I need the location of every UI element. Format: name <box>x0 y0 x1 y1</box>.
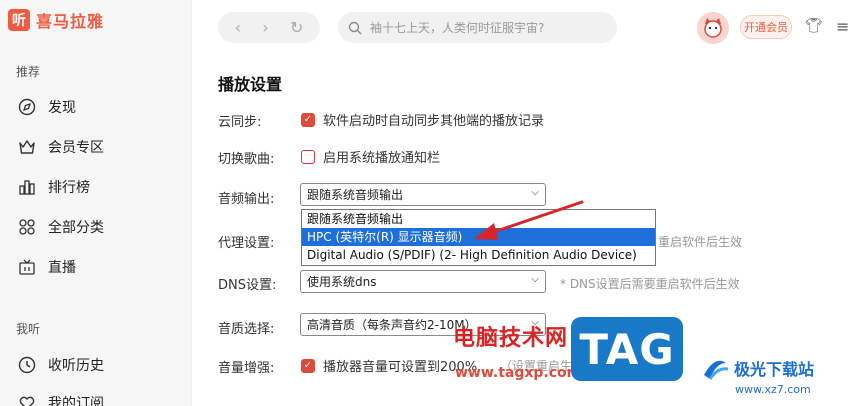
notification-bar-checkbox[interactable]: 启用系统播放通知栏 <box>301 147 440 166</box>
refresh-icon[interactable]: ↻ <box>290 18 303 37</box>
checkbox-checked-icon: ✓ <box>301 358 315 373</box>
avatar[interactable] <box>697 12 729 44</box>
volume-boost-checkbox[interactable]: ✓ 播放器音量可设置到200% <box>301 356 477 375</box>
search-icon <box>348 21 362 34</box>
label-volume-boost: 音量增强: <box>218 361 275 376</box>
crown-icon <box>19 140 35 154</box>
section-title-mine: 我听 <box>16 322 41 336</box>
tv-icon <box>19 259 35 275</box>
sidebar-item-label: 直播 <box>48 260 76 276</box>
aurora-logo-icon <box>704 360 729 380</box>
checkbox-label: 软件启动时自动同步其他端的播放记录 <box>323 114 545 129</box>
cloud-sync-checkbox[interactable]: ✓ 软件启动时自动同步其他端的播放记录 <box>301 110 544 129</box>
bar-chart-icon <box>19 180 35 195</box>
sidebar-item-label: 收听历史 <box>48 358 104 374</box>
annotation-arrow-icon <box>474 200 584 240</box>
chevron-down-icon: ⌵ <box>531 274 539 285</box>
sidebar-item-discover[interactable]: 发现 <box>18 97 76 117</box>
sidebar-item-charts[interactable]: 排行榜 <box>18 177 90 197</box>
sidebar-item-label: 排行榜 <box>48 180 90 196</box>
sidebar-item-vip[interactable]: 会员专区 <box>18 137 104 157</box>
select-value: 跟随系统音频输出 <box>307 188 404 202</box>
logo-icon: 听 <box>8 9 30 31</box>
skin-icon[interactable]: 👕︎ <box>805 18 823 34</box>
dns-select[interactable]: 使用系统dns ⌵ <box>300 270 546 293</box>
back-icon[interactable]: ‹ <box>235 18 241 37</box>
app-logo[interactable]: 听 喜马拉雅 <box>8 8 104 32</box>
select-value: 使用系统dns <box>307 275 377 289</box>
watermark-brand-text: 极光下载站 <box>734 360 815 379</box>
menu-icon[interactable]: ≡ <box>836 17 849 36</box>
search-input[interactable] <box>370 20 600 35</box>
sidebar-item-live[interactable]: 直播 <box>18 257 76 277</box>
label-audio-output: 音频输出: <box>218 192 275 207</box>
tag-badge: TAG <box>571 317 683 381</box>
heart-icon <box>19 396 35 406</box>
proxy-hint: 重启软件后生效 <box>658 235 743 249</box>
select-value: 高清音质（每条声音约2-10M） <box>307 318 477 332</box>
logo-text: 喜马拉雅 <box>36 12 105 31</box>
sidebar-item-label: 发现 <box>48 100 76 116</box>
label-cloud-sync: 云同步: <box>218 115 262 130</box>
section-title-recommend: 推荐 <box>16 65 41 79</box>
label-switch-song: 切换歌曲: <box>218 152 275 167</box>
sidebar-item-subscriptions[interactable]: 我的订阅 <box>18 393 104 406</box>
search-bar[interactable] <box>338 12 617 43</box>
cat-avatar-icon <box>704 18 722 38</box>
dropdown-option[interactable]: Digital Audio (S/PDIF) (2- High Definiti… <box>302 246 655 264</box>
checkbox-unchecked-icon <box>301 149 315 164</box>
clock-icon <box>18 356 36 374</box>
compass-icon <box>18 98 36 116</box>
sidebar-item-label: 会员专区 <box>48 140 104 156</box>
grid-icon <box>19 219 35 235</box>
dns-hint: * DNS设置后需要重启软件后生效 <box>560 277 740 291</box>
label-dns: DNS设置: <box>218 278 277 293</box>
sidebar-item-categories[interactable]: 全部分类 <box>18 217 104 237</box>
checkbox-label: 启用系统播放通知栏 <box>323 151 441 166</box>
history-nav: ‹ › ↻ <box>218 12 320 43</box>
watermark-site-url: www.tagxp.com <box>455 365 582 381</box>
page-title: 播放设置 <box>218 75 283 94</box>
watermark-brand-url: www.xz7.com <box>735 383 811 396</box>
sidebar-item-label: 全部分类 <box>48 220 104 236</box>
checkbox-checked-icon: ✓ <box>301 112 315 127</box>
watermark-site-name: 电脑技术网 <box>453 326 569 351</box>
watermark-brand: 极光下载站 <box>700 353 814 383</box>
forward-icon[interactable]: › <box>262 18 268 37</box>
vip-button[interactable]: 开通会员 <box>740 15 792 39</box>
label-quality: 音质选择: <box>218 322 275 337</box>
sidebar: 听 喜马拉雅 推荐 发现 会员专区 排行榜 全部分类 直播 我听 收听历史 我的… <box>0 0 192 406</box>
label-proxy: 代理设置: <box>218 236 275 251</box>
sidebar-item-history[interactable]: 收听历史 <box>18 355 104 375</box>
sidebar-item-label: 我的订阅 <box>48 396 104 406</box>
